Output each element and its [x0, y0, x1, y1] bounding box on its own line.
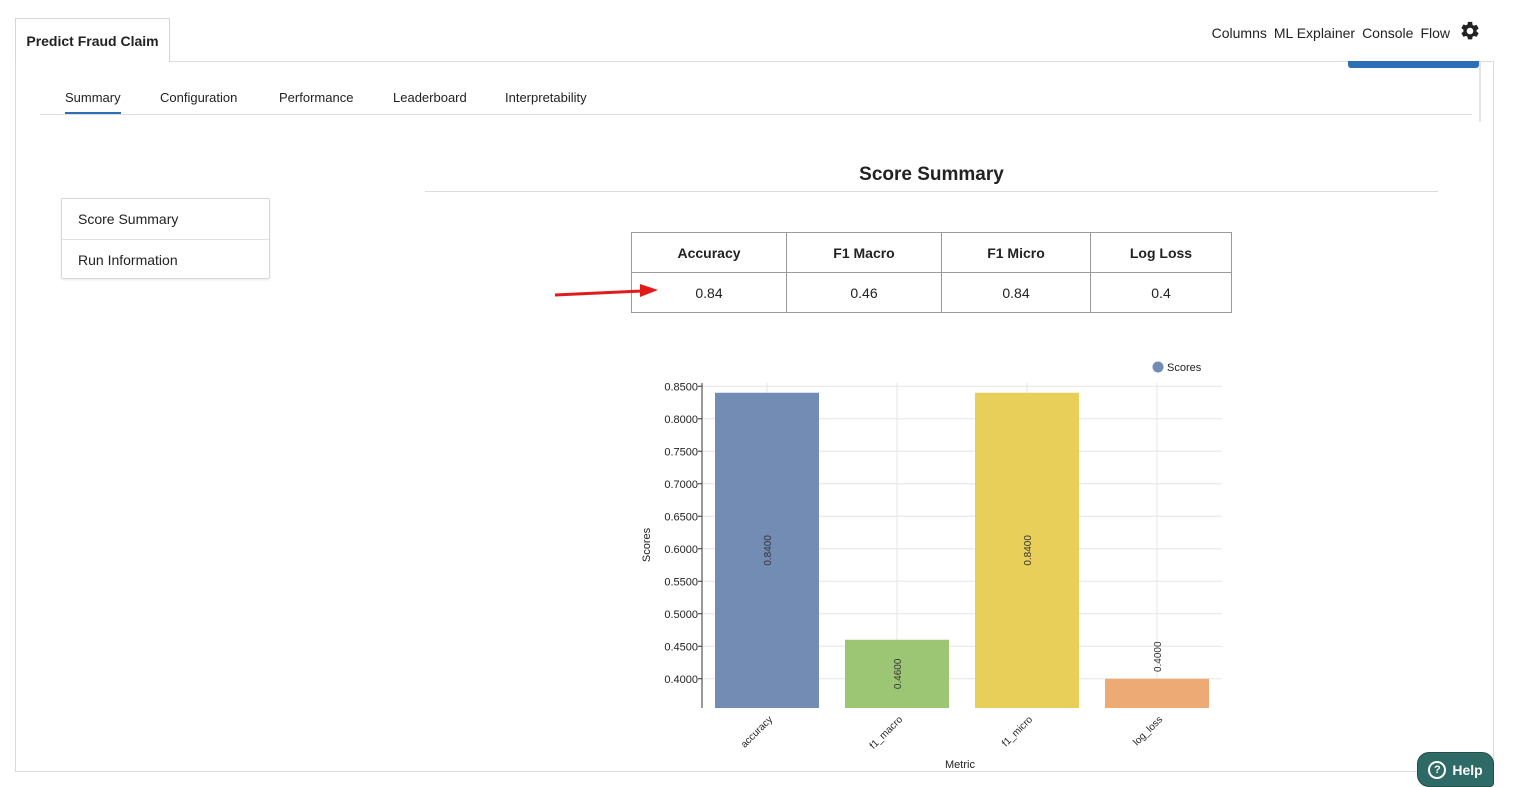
y-tick-label: 0.4500: [664, 641, 698, 653]
section-title: Score Summary: [425, 164, 1438, 192]
y-tick-label: 0.4000: [664, 674, 698, 686]
x-tick-label: accuracy: [739, 714, 775, 750]
help-button[interactable]: ? Help: [1417, 752, 1494, 787]
y-tick-label: 0.6000: [664, 544, 698, 556]
y-tick-label: 0.5000: [664, 609, 698, 621]
doc-tab-predict-fraud-claim[interactable]: Predict Fraud Claim: [15, 18, 170, 62]
cell-f1-micro: 0.84: [941, 272, 1091, 313]
legend-swatch: [1152, 361, 1164, 373]
data-label: 0.4000: [1153, 641, 1164, 672]
table-header-row: Accuracy F1 Macro F1 Micro Log Loss: [631, 232, 1232, 273]
score-bar-chart: 0.4000 0.4500 0.5000 0.5500 0.6000 0.6500 0.70…: [641, 361, 1222, 771]
header-log-loss: Log Loss: [1090, 232, 1232, 273]
header-f1-micro: F1 Micro: [941, 232, 1091, 273]
data-label: 0.8400: [763, 535, 774, 566]
y-tick-label: 0.6500: [664, 511, 698, 523]
tab-interpretability[interactable]: Interpretability: [505, 90, 587, 112]
data-label: 0.8400: [1023, 535, 1034, 566]
x-tick-label: f1_macro: [868, 714, 906, 752]
x-tick-label: f1_micro: [1000, 714, 1035, 749]
bar-log-loss: [1105, 678, 1209, 708]
gear-icon[interactable]: [1459, 20, 1481, 42]
red-arrow-annotation: [554, 284, 658, 297]
x-axis-label: Metric: [945, 759, 975, 771]
y-tick-label: 0.7500: [664, 446, 698, 458]
tab-leaderboard[interactable]: Leaderboard: [393, 90, 467, 112]
help-label: Help: [1452, 761, 1483, 778]
sidebar-item-score-summary[interactable]: Score Summary: [62, 199, 269, 239]
header-f1-macro: F1 Macro: [786, 232, 942, 273]
nav-flow[interactable]: Flow: [1420, 25, 1450, 41]
tab-configuration[interactable]: Configuration: [160, 90, 237, 112]
data-label: 0.4600: [893, 658, 904, 689]
y-tick-label: 0.8000: [664, 414, 698, 426]
table-row: 0.84 0.46 0.84 0.4: [631, 272, 1232, 313]
header-accuracy: Accuracy: [631, 232, 787, 273]
y-tick-label: 0.8500: [664, 381, 698, 393]
nav-columns[interactable]: Columns: [1212, 25, 1267, 41]
top-nav: Columns ML Explainer Console Flow: [1212, 21, 1481, 42]
tab-performance[interactable]: Performance: [279, 90, 353, 112]
subtab-bar: Summary Configuration Performance Leader…: [40, 90, 1472, 115]
nav-console[interactable]: Console: [1362, 25, 1413, 41]
cell-f1-macro: 0.46: [786, 272, 942, 313]
help-icon: ?: [1428, 760, 1447, 779]
x-tick-label: log_loss: [1131, 714, 1165, 748]
scrollbar[interactable]: [1479, 62, 1481, 122]
score-table: Accuracy F1 Macro F1 Micro Log Loss 0.84…: [631, 232, 1232, 313]
side-menu: Score Summary Run Information: [61, 198, 270, 279]
tab-summary[interactable]: Summary: [65, 90, 121, 114]
y-axis-label: Scores: [641, 527, 653, 562]
cell-log-loss: 0.4: [1090, 272, 1232, 313]
y-tick-label: 0.7000: [664, 479, 698, 491]
action-button[interactable]: [1348, 61, 1479, 68]
sidebar-item-run-information[interactable]: Run Information: [62, 239, 269, 280]
legend-label: Scores: [1167, 362, 1202, 374]
y-tick-label: 0.5500: [664, 576, 698, 588]
nav-ml-explainer[interactable]: ML Explainer: [1274, 25, 1355, 41]
